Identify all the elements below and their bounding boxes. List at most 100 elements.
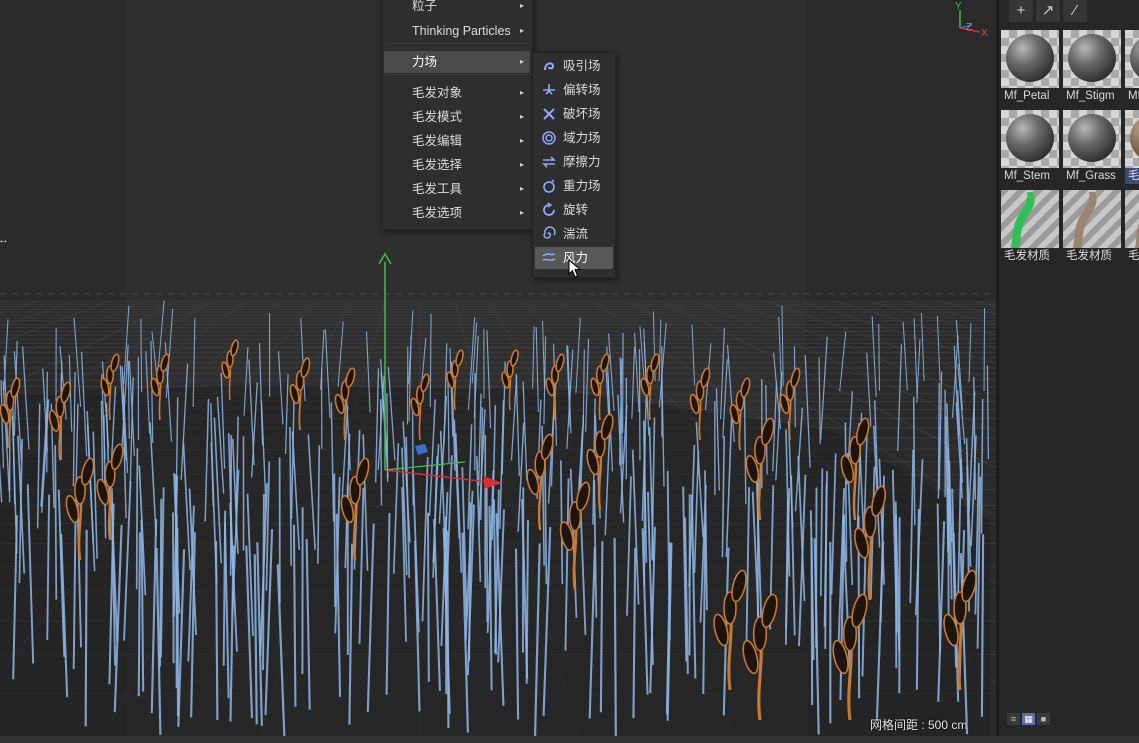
material-name: 毛: [1125, 168, 1139, 184]
material-preview: [1125, 110, 1139, 168]
destructor-icon: [543, 108, 555, 120]
axis-orientation-indicator: Y Z X: [955, 1, 988, 39]
hair-strand: [411, 404, 415, 506]
menu-item-label: 毛发模式: [412, 110, 463, 124]
friction-icon: [542, 156, 556, 168]
submenu-item-label: 旋转: [563, 203, 589, 217]
material-preview: [1001, 110, 1059, 168]
hair-strand: [429, 313, 432, 408]
material-swatch[interactable]: Mf_Petal: [1001, 30, 1059, 104]
submenu-item-label: 摩擦力: [563, 155, 601, 169]
material-swatch[interactable]: Mf_Stem: [1001, 110, 1059, 184]
submenu-item-label: 吸引场: [563, 59, 601, 73]
menu-item-label: 粒子: [412, 0, 438, 13]
material-name: Mf: [1125, 88, 1139, 104]
grid-view-icon[interactable]: ▦: [1022, 713, 1035, 725]
material-name: 毛发材质: [1001, 248, 1059, 264]
menu-item-label: 毛发选择: [412, 158, 463, 172]
submenu-arrow-icon: ▸: [519, 1, 524, 10]
material-name: Mf_Stem: [1001, 168, 1059, 184]
hair-strand-preview-icon: [1073, 192, 1097, 248]
menu-item[interactable]: 毛发对象 ▸: [384, 82, 530, 104]
sphere-preview-icon: [1068, 114, 1116, 162]
menu-item[interactable]: 毛发选项 ▸: [384, 202, 530, 224]
simulate-menu: 粒子 ▸ Thinking Particles ▸ 力场 ▸ 毛发对象 ▸ 毛发模式 ▸ 毛发编辑 ▸…: [381, 0, 533, 230]
hair-strand: [176, 527, 180, 716]
list-view-icon[interactable]: ≡: [1007, 713, 1020, 725]
rotation-icon: [543, 202, 555, 216]
material-swatch[interactable]: Mf: [1125, 30, 1139, 104]
hair-strand: [135, 448, 139, 590]
submenu-item[interactable]: 湍流: [535, 223, 613, 245]
menu-item-label: 毛发编辑: [412, 134, 463, 148]
sphere-preview-icon: [1068, 34, 1116, 82]
material-swatch[interactable]: 毛: [1125, 110, 1139, 184]
material-name: 毛发材质: [1063, 248, 1121, 264]
add-icon[interactable]: +: [1009, 0, 1033, 22]
hair-strand: [54, 445, 58, 600]
material-swatch[interactable]: Mf_Grass: [1063, 110, 1121, 184]
sphere-preview-icon: [1006, 34, 1054, 82]
submenu-arrow-icon: ▸: [519, 112, 524, 121]
material-name: Mf_Grass: [1063, 168, 1121, 184]
submenu-item-label: 偏转场: [563, 83, 601, 97]
hair-strand: [980, 534, 985, 717]
submenu-arrow-icon: ▸: [519, 57, 524, 66]
material-preview: [1125, 190, 1139, 248]
mouse-cursor-icon: [568, 259, 582, 278]
sphere-preview-icon: [1006, 114, 1054, 162]
submenu-item-label: 重力场: [563, 179, 601, 193]
hair-strand: [174, 474, 178, 616]
material-preview: [1063, 30, 1121, 88]
view-mode-switcher: ≡ ▦ ■: [1007, 713, 1052, 725]
force-field-submenu: 吸引场 偏转场 破坏场 域力场 摩擦力 重力场 旋转 湍流 风力: [532, 52, 616, 278]
submenu-item[interactable]: 旋转: [535, 199, 613, 221]
hair-strand: [468, 502, 472, 662]
viewport-edge-handle-icon[interactable]: ↔: [0, 234, 9, 246]
large-view-icon[interactable]: ■: [1037, 713, 1050, 725]
menu-item[interactable]: 毛发模式 ▸: [384, 106, 530, 128]
hair-strand: [379, 399, 383, 506]
hair-strand: [937, 383, 940, 499]
menu-item[interactable]: 毛发工具 ▸: [384, 178, 530, 200]
menu-item[interactable]: 粒子 ▸: [384, 0, 530, 17]
hair-strand: [844, 422, 848, 562]
submenu-item[interactable]: 吸引场: [535, 55, 613, 77]
submenu-item-label: 湍流: [563, 227, 589, 241]
material-swatch[interactable]: 毛发材质: [1001, 190, 1059, 264]
material-manager-panel: +↗⁄ Mf_PetalMf_StigmMfMf_StemMf_Grass毛毛发…: [998, 0, 1139, 743]
material-swatch[interactable]: 毛: [1125, 190, 1139, 264]
submenu-item[interactable]: 重力场: [535, 175, 613, 197]
hair-strand: [84, 529, 88, 727]
hair-strand: [137, 532, 141, 697]
hair-strand: [426, 512, 430, 682]
deflector-icon: [543, 84, 555, 95]
menu-item[interactable]: 毛发选择 ▸: [384, 154, 530, 176]
hair-strand: [262, 493, 265, 670]
field-force-icon: [542, 131, 556, 145]
wind-icon: [542, 253, 556, 261]
submenu-arrow-icon: ▸: [519, 26, 524, 35]
menu-item[interactable]: Thinking Particles ▸: [384, 20, 530, 42]
menu-item-label: 毛发工具: [412, 182, 463, 196]
menu-item[interactable]: 毛发编辑 ▸: [384, 130, 530, 152]
menu-item-label: 毛发对象: [412, 86, 463, 100]
submenu-item[interactable]: 破坏场: [535, 103, 613, 125]
material-preview: [1001, 190, 1059, 248]
material-toolbar: + ↗ ⁄: [1009, 0, 1090, 24]
hair-strand: [613, 538, 617, 737]
menu-item-label: 力场: [412, 55, 438, 69]
submenu-item[interactable]: 偏转场: [535, 79, 613, 101]
submenu-item[interactable]: 域力场: [535, 127, 613, 149]
hair-strand: [333, 473, 336, 607]
hair-strand-preview-icon: [1135, 223, 1139, 248]
material-swatch[interactable]: Mf_Stigm: [1063, 30, 1121, 104]
material-preview: [1001, 30, 1059, 88]
submenu-item-label: 破坏场: [563, 107, 601, 121]
eyedropper-icon[interactable]: ⁄: [1063, 0, 1087, 22]
submenu-item[interactable]: 摩擦力: [535, 151, 613, 173]
menu-item[interactable]: 力场 ▸: [384, 51, 530, 73]
material-swatch[interactable]: 毛发材质: [1063, 190, 1121, 264]
arrow-icon[interactable]: ↗: [1036, 0, 1060, 22]
axis-z-label: Z: [966, 22, 972, 33]
